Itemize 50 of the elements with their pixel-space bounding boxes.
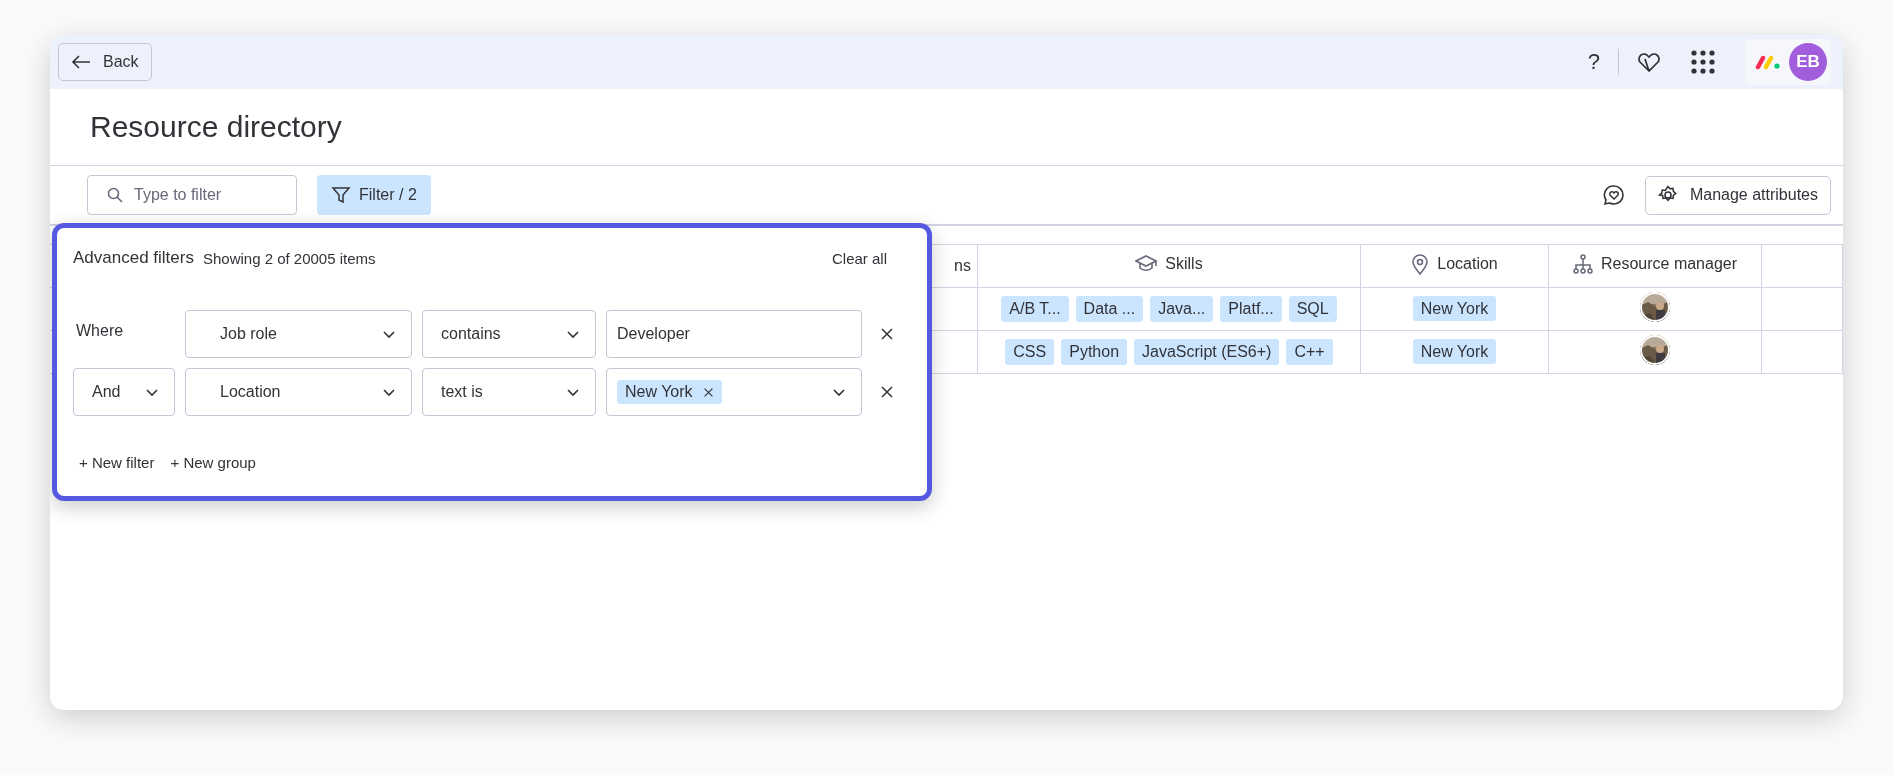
operator-dropdown[interactable]: text is: [422, 368, 596, 416]
skill-tag: Platf...: [1220, 296, 1282, 322]
column-label: Location: [1437, 255, 1498, 273]
panel-title: Advanced filters: [73, 248, 194, 268]
close-icon[interactable]: [880, 327, 894, 341]
where-label: Where: [75, 321, 125, 340]
skill-tag: CSS: [1005, 339, 1055, 365]
skill-tag: Python: [1061, 339, 1128, 365]
logo-icon: [1755, 54, 1781, 70]
column-label: Resource manager: [1600, 255, 1738, 273]
user-avatar[interactable]: EB: [1789, 43, 1827, 81]
search-field[interactable]: Type to filter: [87, 175, 297, 215]
skill-tag: A/B T...: [1001, 296, 1069, 322]
skill-tag: SQL: [1288, 296, 1337, 322]
close-icon[interactable]: [880, 385, 894, 399]
skill-tag: C++: [1286, 339, 1333, 365]
add-filter-link[interactable]: + New group: [170, 454, 256, 471]
location-tag: New York: [1412, 296, 1497, 321]
hierarchy-icon: [1572, 254, 1593, 274]
back-button[interactable]: Back: [58, 43, 152, 81]
search-icon: [107, 187, 123, 203]
close-icon[interactable]: [702, 386, 714, 398]
skill-tag: Java...: [1150, 296, 1214, 322]
arrow-left-icon: [71, 54, 91, 70]
value-dropdown[interactable]: New York: [606, 368, 862, 416]
column-label: ns: [954, 257, 971, 275]
funnel-icon: [331, 185, 351, 205]
help-button[interactable]: ?: [1587, 49, 1600, 75]
add-filter-link[interactable]: + New filter: [79, 454, 155, 471]
value-tag: New York: [617, 380, 722, 404]
clear-all-button[interactable]: Clear all: [825, 248, 893, 268]
skill-tag: JavaScript (ES6+): [1134, 339, 1280, 365]
location-tag: New York: [1412, 339, 1497, 364]
operator-dropdown[interactable]: contains: [422, 310, 596, 358]
manage-attributes-button[interactable]: Manage attributes: [1644, 175, 1831, 215]
conjunction-dropdown[interactable]: And: [73, 368, 175, 416]
chat-heart-icon[interactable]: [1602, 184, 1625, 206]
field-dropdown[interactable]: Location: [185, 368, 412, 416]
location-pin-icon: [1411, 253, 1430, 275]
results-summary: Showing 2 of 20005 items: [202, 249, 376, 267]
heart-icon[interactable]: [1637, 51, 1661, 73]
account-area[interactable]: EB: [1745, 39, 1831, 85]
page-title: Resource directory: [90, 110, 342, 144]
graduation-cap-icon: [1135, 254, 1158, 274]
skill-tag: Data ...: [1075, 296, 1144, 322]
column-label: Skills: [1165, 255, 1203, 273]
value-input[interactable]: Developer: [606, 310, 862, 358]
apps-grid-icon[interactable]: [1691, 50, 1715, 74]
field-dropdown[interactable]: Job role: [185, 310, 412, 358]
filter-button[interactable]: Filter / 2: [317, 175, 431, 215]
